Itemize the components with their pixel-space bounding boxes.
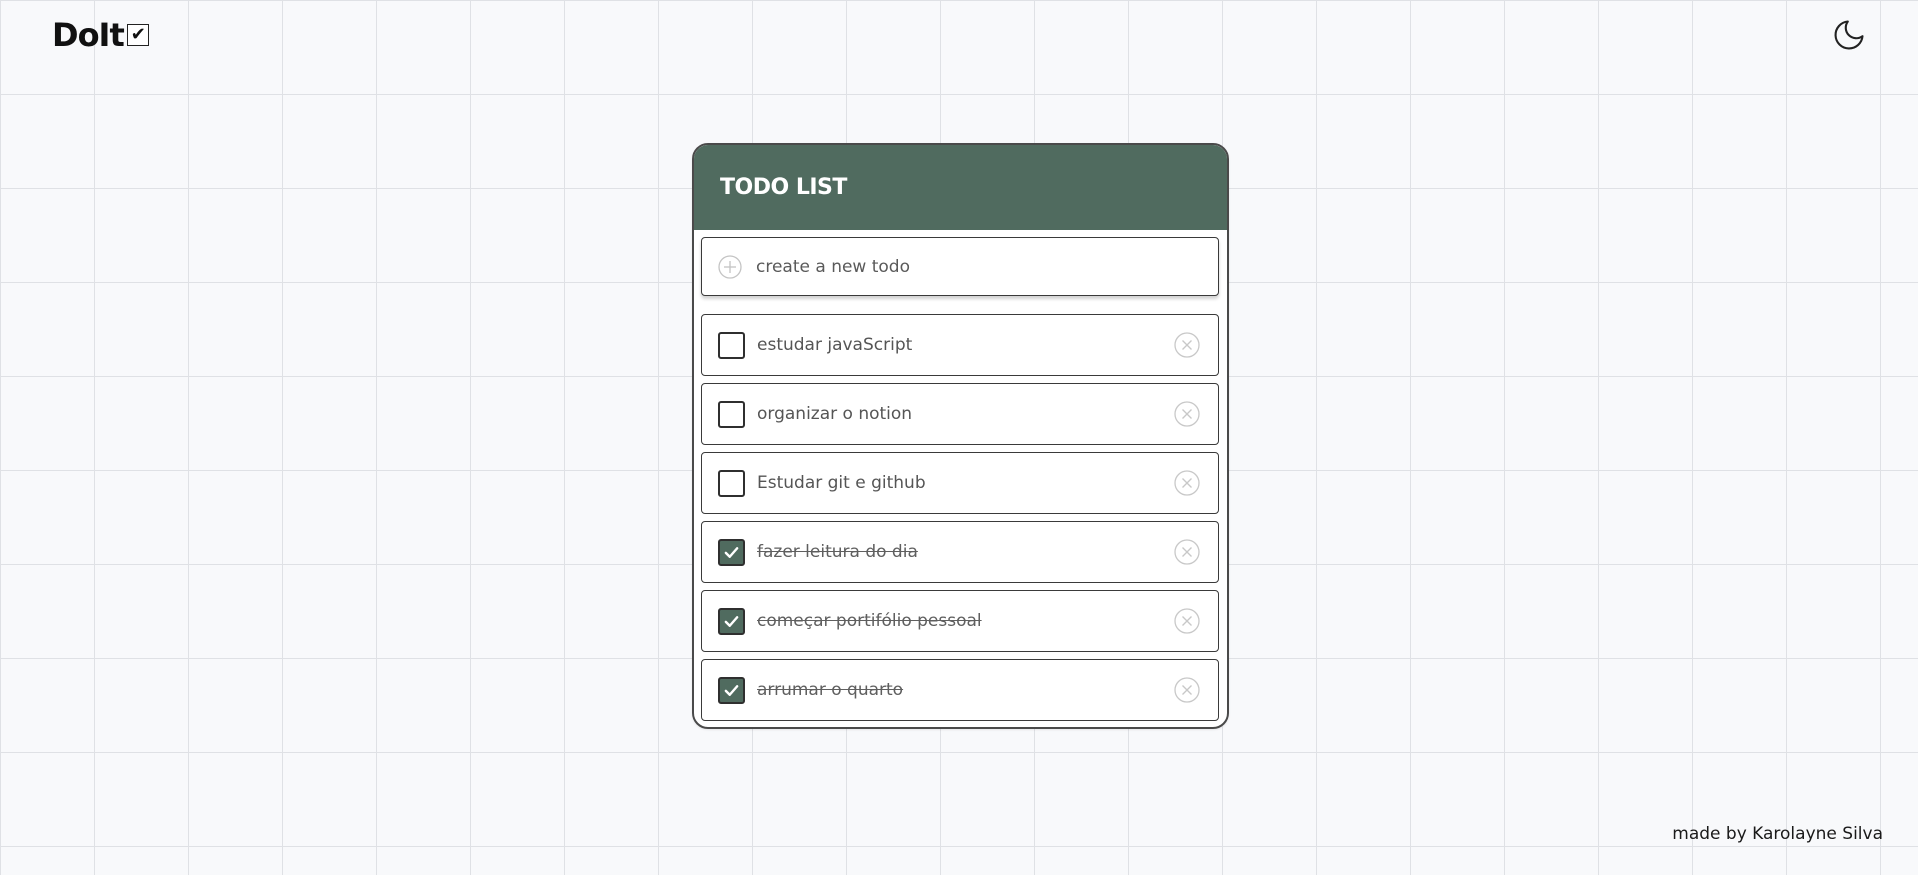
theme-toggle-button[interactable] <box>1830 16 1868 54</box>
todo-text: organizar o notion <box>757 404 913 424</box>
close-circle-icon <box>1174 401 1200 427</box>
todo-text: começar portifólio pessoal <box>757 611 982 631</box>
todo-card: TODO LIST estudar javaScript <box>692 143 1229 729</box>
close-circle-icon <box>1174 332 1200 358</box>
close-circle-icon <box>1174 608 1200 634</box>
todo-item: organizar o notion <box>701 383 1219 445</box>
logo-check-icon: ✔ <box>126 24 149 46</box>
close-circle-icon <box>1174 539 1200 565</box>
card-header: TODO LIST <box>694 145 1227 230</box>
todo-item: começar portifólio pessoal <box>701 590 1219 652</box>
todo-checkbox[interactable] <box>718 469 745 497</box>
delete-todo-button[interactable] <box>1174 539 1200 565</box>
todo-item: Estudar git e github <box>701 452 1219 514</box>
checkmark-icon <box>724 684 739 696</box>
todo-text: estudar javaScript <box>757 335 913 355</box>
todo-text: fazer leitura do dia <box>757 542 918 562</box>
footer-credit: made by Karolayne Silva <box>1672 824 1883 844</box>
delete-todo-button[interactable] <box>1174 470 1200 496</box>
todo-text: Estudar git e github <box>757 473 926 493</box>
todo-list: estudar javaScript organizar o notion Es… <box>701 314 1219 727</box>
todo-checkbox[interactable] <box>718 400 745 428</box>
todo-checkbox[interactable] <box>718 607 745 635</box>
todo-item: fazer leitura do dia <box>701 521 1219 583</box>
new-todo-input[interactable] <box>754 255 1198 278</box>
moon-icon <box>1834 20 1864 50</box>
app-logo: DoIt ✔ <box>52 16 149 54</box>
card-title: TODO LIST <box>720 175 847 200</box>
todo-item: estudar javaScript <box>701 314 1219 376</box>
checkmark-icon <box>724 546 739 558</box>
todo-checkbox[interactable] <box>718 538 745 566</box>
logo-text: DoIt <box>52 16 125 54</box>
todo-text: arrumar o quarto <box>757 680 904 700</box>
delete-todo-button[interactable] <box>1174 401 1200 427</box>
todo-checkbox[interactable] <box>718 331 745 359</box>
todo-checkbox[interactable] <box>718 676 745 704</box>
checkmark-icon <box>724 615 739 627</box>
close-circle-icon <box>1174 677 1200 703</box>
delete-todo-button[interactable] <box>1174 332 1200 358</box>
delete-todo-button[interactable] <box>1174 608 1200 634</box>
close-circle-icon <box>1174 470 1200 496</box>
todo-item: arrumar o quarto <box>701 659 1219 721</box>
plus-circle-icon[interactable] <box>718 254 742 279</box>
delete-todo-button[interactable] <box>1174 677 1200 703</box>
new-todo-form <box>701 237 1219 296</box>
